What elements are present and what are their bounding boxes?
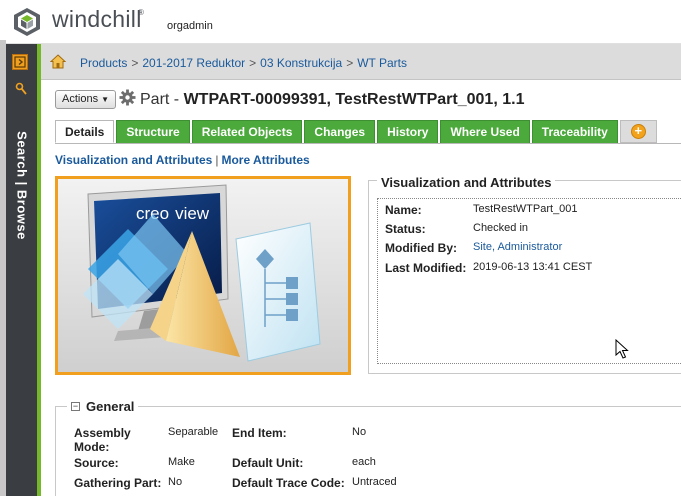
- navigator-divider: [37, 44, 41, 496]
- windchill-logo-icon[interactable]: [12, 7, 42, 37]
- general-title: General: [86, 399, 135, 414]
- attribute-label: Status:: [385, 222, 426, 236]
- creo-view-illustration: creo view: [58, 179, 348, 372]
- attribute-value: Checked in: [473, 222, 529, 234]
- gathering-part-value: No: [168, 476, 183, 488]
- visualization-thumbnail[interactable]: creo view: [55, 176, 351, 375]
- section-links: Visualization and Attributes | More Attrib…: [55, 153, 310, 167]
- home-icon[interactable]: [50, 54, 66, 69]
- add-tab-button[interactable]: +: [619, 120, 657, 143]
- panel-title: Visualization and Attributes: [377, 175, 556, 190]
- add-icon: +: [630, 124, 646, 139]
- tab-changes[interactable]: Changes: [304, 120, 376, 143]
- part-gear-icon: [119, 89, 136, 106]
- tab-where-used[interactable]: Where Used: [440, 120, 530, 143]
- product-name: windchill: [52, 6, 142, 32]
- tab-bar: Details Structure Related Objects Change…: [55, 120, 659, 143]
- navigator-strip[interactable]: Search | Browse: [6, 44, 37, 496]
- attribute-label: Name:: [385, 203, 422, 217]
- default-trace-code-label: Default Trace Code:: [232, 476, 345, 490]
- tab-structure[interactable]: Structure: [116, 120, 190, 143]
- tab-traceability[interactable]: Traceability: [531, 120, 618, 143]
- attribute-label: Modified By:: [385, 241, 457, 255]
- breadcrumb-subfolder[interactable]: WT Parts: [357, 56, 407, 70]
- end-item-value: No: [352, 426, 367, 438]
- part-identity: WTPART-00099391, TestRestWTPart_001, 1.1: [183, 91, 525, 108]
- search-browse-tab[interactable]: Search | Browse: [8, 106, 35, 266]
- tab-history[interactable]: History: [377, 120, 439, 143]
- breadcrumb: Products >201-2017 Reduktor >03 Konstrukci…: [80, 56, 407, 70]
- source-label: Source:: [74, 456, 119, 470]
- collapse-icon[interactable]: −: [71, 402, 80, 411]
- source-value: Make: [168, 456, 195, 468]
- assembly-mode-label-2: Mode:: [74, 440, 110, 454]
- gathering-part-label: Gathering Part:: [74, 476, 162, 490]
- assembly-mode-label: Assembly: [74, 426, 131, 440]
- search-browse-label: Search | Browse: [14, 131, 29, 240]
- registered-mark: ®: [138, 8, 144, 17]
- search-key-icon[interactable]: [15, 82, 27, 96]
- breadcrumb-folder[interactable]: 03 Konstrukcija: [260, 56, 342, 70]
- actions-menu-button[interactable]: Actions ▼: [55, 90, 116, 109]
- link-visualization-attributes[interactable]: Visualization and Attributes: [55, 153, 212, 167]
- modified-by-link[interactable]: Site, Administrator: [473, 241, 562, 253]
- breadcrumb-products[interactable]: Products: [80, 56, 127, 70]
- tab-details[interactable]: Details: [55, 120, 115, 143]
- tab-underline: [55, 143, 681, 144]
- assembly-mode-value: Separable: [168, 426, 219, 438]
- attribute-value: 2019-06-13 13:41 CEST: [473, 261, 593, 273]
- breadcrumb-bar: Products >201-2017 Reduktor >03 Konstrukci…: [41, 44, 681, 80]
- end-item-label: End Item:: [232, 426, 287, 440]
- app-header: windchill ® orgadmin: [0, 0, 681, 44]
- link-more-attributes[interactable]: More Attributes: [221, 153, 309, 167]
- default-unit-value: each: [352, 456, 376, 468]
- navigator-expand-icon[interactable]: [12, 54, 28, 70]
- breadcrumb-product-context[interactable]: 201-2017 Reduktor: [142, 56, 245, 70]
- details-page: Actions ▼ Part - WTPART-00099391, TestRes…: [47, 80, 681, 496]
- general-panel-header[interactable]: − General: [67, 399, 139, 414]
- default-trace-code-value: Untraced: [352, 476, 397, 488]
- attribute-value: TestRestWTPart_001: [473, 203, 578, 215]
- mouse-cursor-icon: [615, 339, 629, 359]
- default-unit-label: Default Unit:: [232, 456, 304, 470]
- chevron-down-icon: ▼: [101, 95, 109, 104]
- tab-related-objects[interactable]: Related Objects: [191, 120, 303, 143]
- page-title: Part - WTPART-00099391, TestRestWTPart_0…: [140, 91, 525, 108]
- current-user[interactable]: orgadmin: [167, 20, 213, 32]
- attribute-label: Last Modified:: [385, 261, 467, 275]
